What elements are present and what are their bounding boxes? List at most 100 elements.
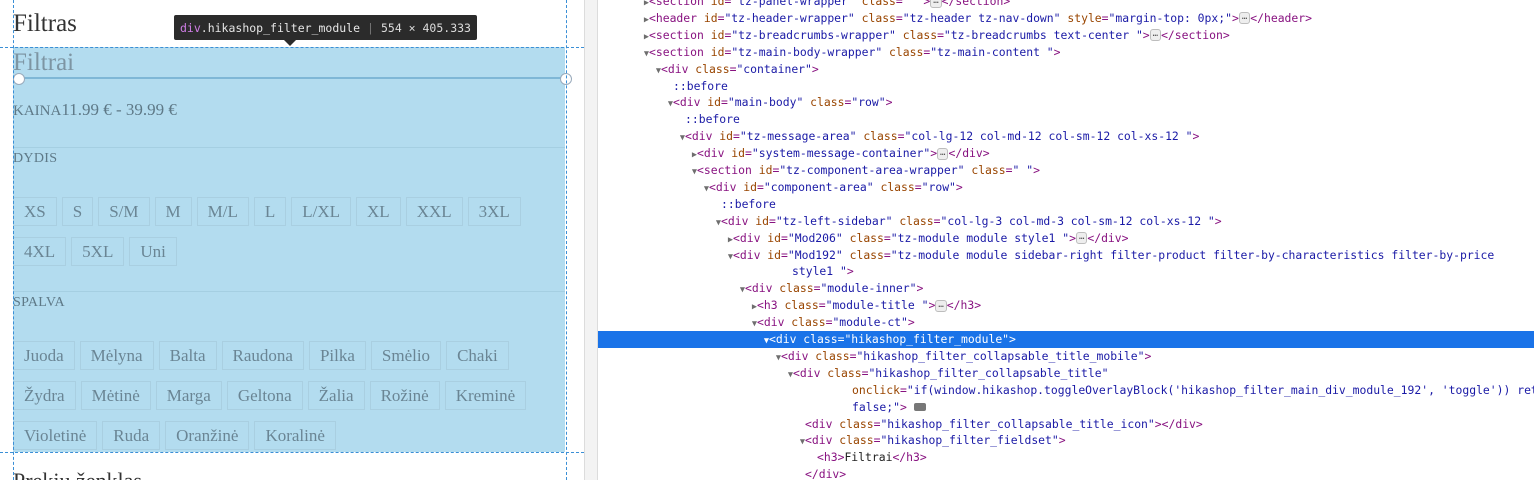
dom-node-line[interactable]: ▶<h3 class="module-title ">… </h3> [598,297,1534,314]
color-option[interactable]: Ruda [102,421,161,450]
dom-node-selected[interactable]: ▼<div class="hikashop_filter_module"> [598,331,1534,348]
dom-node-markup: style1 "> [792,264,854,279]
dom-node-line[interactable]: ▼<div class="hikashop_filter_collapsable… [598,365,1534,382]
dom-node-line[interactable]: ▶<div id="system-message-container">… </d… [598,145,1534,162]
dom-node-line[interactable]: style1 "> [598,263,1534,280]
dom-node-line[interactable]: ▼<div id="Mod192" class="tz-module modul… [598,247,1534,264]
dom-node-line[interactable]: ▼<div class="module-inner"> [598,280,1534,297]
dom-node-markup: <div class="module-ct"> [757,315,915,330]
devtools-splitter[interactable] [584,0,598,480]
dom-node-markup: <div id="tz-message-area" class="col-lg-… [685,129,1200,144]
dom-node-markup: ::before [721,196,776,211]
dom-node-line[interactable]: <h3>Filtrai</h3> [598,449,1534,466]
dom-node-markup: <div class="hikashop_filter_fieldset"> [805,433,1066,448]
color-options-row-3: Violetinė Ruda Oranžinė Koralinė [13,421,336,450]
dom-node-markup: <div id="system-message-container">… </di… [697,146,990,161]
size-option[interactable]: S/M [98,197,150,226]
dom-node-markup: <div class="hikashop_filter_collapsable_… [793,365,1109,380]
color-options-row-1: Juoda Mėlyna Balta Raudona Pilka Smėlio Chaki [13,341,509,370]
dom-node-markup: <div id="component-area" class="row"> [709,179,963,194]
dom-node-markup: <div class="hikashop_filter_collapsable_… [805,416,1203,431]
color-option[interactable]: Geltona [226,381,303,410]
inspected-page: Filtras Filtrai KAINA11.99 € - 39.99 € D… [0,0,584,480]
size-option[interactable]: 4XL [13,237,67,266]
dom-node-line[interactable]: ▼<div class="container"> [598,61,1534,78]
size-option[interactable]: XS [13,197,57,226]
size-option[interactable]: XXL [405,197,463,226]
price-label: KAINA [13,103,62,119]
color-option[interactable]: Žydra [13,381,76,410]
dom-node-line[interactable]: <div class="hikashop_filter_collapsable_… [598,416,1534,433]
color-option[interactable]: Smėlio [370,341,442,370]
dom-node-line[interactable]: ▼<div class="module-ct"> [598,314,1534,331]
filter-heading: Filtrai [13,49,75,76]
color-option[interactable]: Koralinė [254,421,336,450]
dom-node-line[interactable]: ▼<section id="tz-component-area-wrapper"… [598,162,1534,179]
color-option[interactable]: Kreminė [444,381,527,410]
size-option[interactable]: 3XL [467,197,521,226]
dom-node-line[interactable]: ::before [598,196,1534,213]
tooltip-class: .hikashop_filter_module [200,20,361,35]
dom-node-line[interactable]: onclick="if(window.hikashop.toggleOverla… [598,382,1534,399]
color-option[interactable]: Žalia [307,381,365,410]
dom-node-line[interactable]: ▶<header id="tz-header-wrapper" class="t… [598,10,1534,27]
size-option[interactable]: L/XL [291,197,352,226]
color-option[interactable]: Balta [158,341,217,370]
dom-node-line[interactable]: ::before [598,111,1534,128]
dom-node-line[interactable]: ▼<div id="component-area" class="row"> [598,179,1534,196]
dom-node-line[interactable]: ▶<section id="tz-panel-wrapper" class=" … [598,0,1534,10]
dom-node-markup: <h3>Filtrai</h3> [817,450,927,465]
dom-node-line[interactable]: ▼<div id="main-body" class="row"> [598,94,1534,111]
dom-node-markup: <div class="hikashop_filter_module"> [769,332,1016,346]
price-slider-min-handle[interactable] [13,73,25,85]
dom-node-line[interactable]: ▼<div id="tz-left-sidebar" class="col-lg… [598,213,1534,230]
price-slider-track[interactable] [13,77,565,79]
dom-node-markup: <header id="tz-header-wrapper" class="tz… [649,10,1312,25]
dom-node-markup: <div class="container"> [661,61,819,76]
size-option[interactable]: XL [356,197,401,226]
tooltip-arrow [284,40,296,46]
dom-node-line[interactable]: ▶<section id="tz-breadcrumbs-wrapper" cl… [598,27,1534,44]
section-divider [13,291,565,292]
color-option[interactable]: Mėlyna [79,341,154,370]
color-option[interactable]: Mėtinė [80,381,151,410]
tooltip-element: div [180,20,201,35]
dom-node-markup: <div class="hikashop_filter_collapsable_… [781,348,1152,363]
color-option[interactable]: Oranžinė [165,421,250,450]
dom-node-markup: <section id="tz-breadcrumbs-wrapper" cla… [649,27,1230,42]
dom-node-markup: ::before [685,112,740,127]
color-label: SPALVA [13,295,65,310]
color-option[interactable]: Raudona [221,341,304,370]
dom-node-line[interactable]: ▼<section id="tz-main-body-wrapper" clas… [598,44,1534,61]
dom-node-markup: <div id="Mod192" class="tz-module module… [733,247,1495,262]
dom-node-markup: <section id="tz-main-body-wrapper" class… [649,44,1061,59]
size-option[interactable]: 5XL [71,237,125,266]
dom-node-line[interactable]: </div> [598,466,1534,480]
inspector-guide-left [13,0,14,480]
color-option[interactable]: Chaki [446,341,509,370]
dom-node-line[interactable]: false;"> [598,399,1534,416]
color-option[interactable]: Juoda [13,341,75,370]
size-option[interactable]: Uni [129,237,177,266]
size-option[interactable]: S [61,197,94,226]
dom-node-line[interactable]: ▶<div id="Mod206" class="tz-module modul… [598,230,1534,247]
color-option[interactable]: Violetinė [13,421,98,450]
devtools-elements-panel: ▶<section id="tz-panel-wrapper" class=" … [598,0,1534,480]
inspector-guide-top [0,47,584,48]
dom-node-markup: <div id="tz-left-sidebar" class="col-lg-… [721,213,1222,228]
dom-node-line[interactable]: ::before [598,78,1534,95]
dom-node-line[interactable]: ▼<div class="hikashop_filter_fieldset"> [598,432,1534,449]
dom-node-line[interactable]: ▼<div id="tz-message-area" class="col-lg… [598,128,1534,145]
size-label: DYDIS [13,151,58,166]
dom-node-line[interactable]: ▼<div class="hikashop_filter_collapsable… [598,348,1534,365]
size-option[interactable]: M [154,197,192,226]
size-option[interactable]: M/L [196,197,249,226]
size-option[interactable]: L [253,197,287,226]
dom-node-markup: ::before [673,78,728,93]
color-option[interactable]: Marga [155,381,222,410]
page-title: Filtras [13,10,77,37]
color-option[interactable]: Pilka [308,341,366,370]
color-option[interactable]: Rožinė [369,381,440,410]
dom-node-markup: <h3 class="module-title ">… </h3> [757,298,982,313]
dom-node-markup: <section id="tz-panel-wrapper" class=" "… [649,0,1010,8]
